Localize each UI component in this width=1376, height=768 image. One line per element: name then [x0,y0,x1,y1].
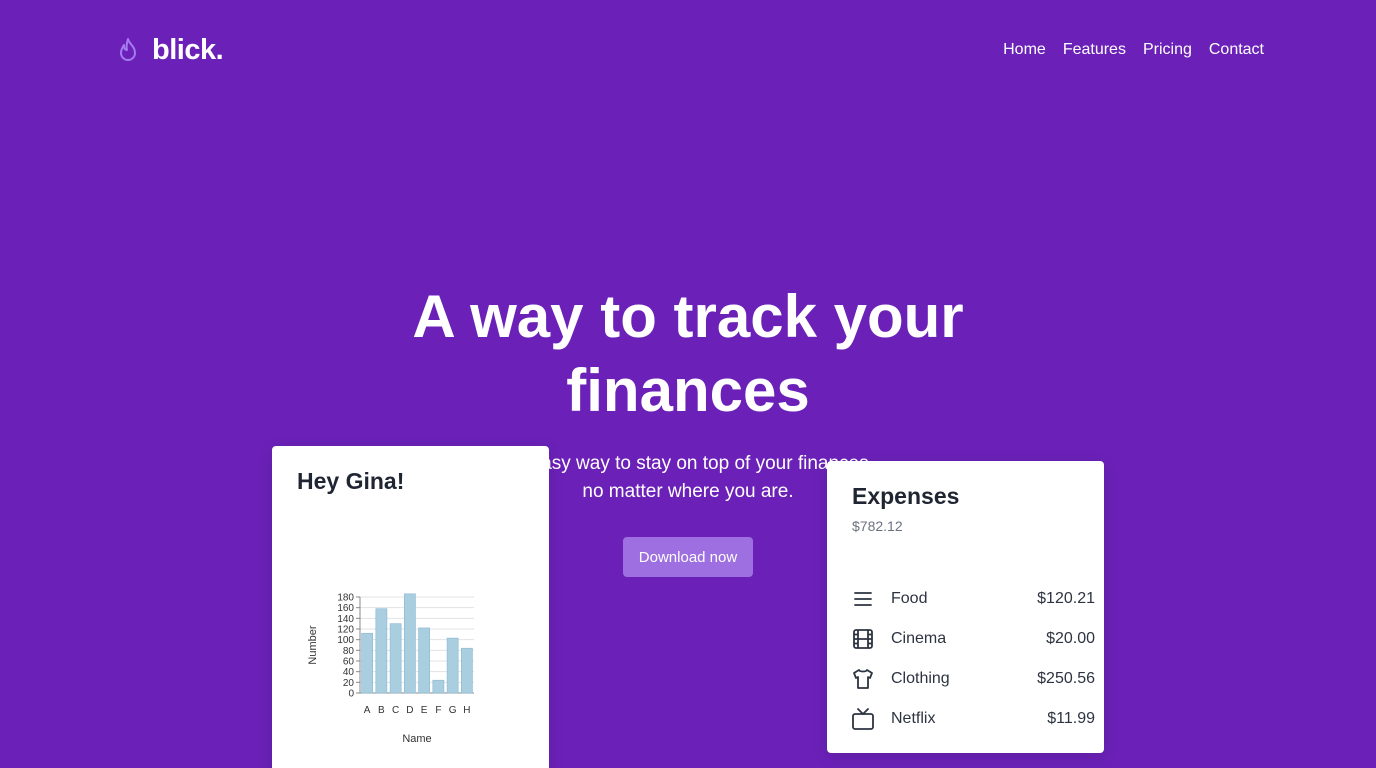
expenses-card: Expenses $782.12 Food $120.21 Cinema $20… [827,461,1104,753]
bar-chart: 020406080100120140160180 A B C D E F G H Name Numb… [307,593,474,745]
x-tick-label: G [449,705,457,716]
site-header: blick. Home Features Pricing Contact [114,26,1264,74]
expense-name: Netflix [891,710,936,727]
expense-item-food[interactable]: Food $120.21 [851,579,1095,619]
y-tick-label: 140 [337,614,354,625]
y-tick-label: 120 [337,625,354,636]
brand-name: blick. [152,33,224,66]
bar-F [432,679,445,694]
expense-item-netflix[interactable]: Netflix $11.99 [851,699,1095,739]
bar-A [361,632,373,694]
hero-title: A way to track your finances [412,283,964,424]
x-axis-title: Name [402,733,431,745]
tv-icon [851,707,875,731]
expense-amount: $120.21 [1037,590,1095,607]
shirt-icon [851,667,875,691]
x-tick-label: F [435,705,441,716]
x-tick-label: E [421,705,428,716]
expense-amount: $11.99 [1047,710,1095,727]
bar-D [404,593,416,694]
nav-pricing[interactable]: Pricing [1143,41,1192,59]
nav-home[interactable]: Home [1003,41,1046,59]
bar-C [389,623,402,694]
y-tick-label: 60 [343,657,355,668]
expense-name: Food [891,590,928,607]
film-icon [851,627,875,651]
download-button[interactable]: Download now [623,537,753,577]
menu-lines-icon [851,587,875,611]
bar-G [446,637,459,694]
y-tick-label: 180 [337,593,354,604]
bar-E [418,627,430,694]
nav-contact[interactable]: Contact [1209,41,1264,59]
expense-amount: $20.00 [1046,630,1095,647]
expenses-title: Expenses [852,483,960,509]
brand-logo[interactable]: blick. [114,33,224,67]
expense-item-cinema[interactable]: Cinema $20.00 [851,619,1095,659]
y-axis-title: Number [307,625,319,664]
greeting-card: Hey Gina! 0 20 40 60 80 100 120 140 160 180 A B C D E F… [272,446,549,768]
y-tick-label: 160 [337,603,354,614]
flame-icon [114,36,142,64]
y-tick-label: 100 [337,635,354,646]
x-tick-label: D [406,705,413,716]
expense-amount: $250.56 [1037,670,1095,687]
x-tick-label: B [378,705,385,716]
y-tick-label: 80 [343,646,355,657]
main-nav: Home Features Pricing Contact [1003,41,1264,59]
expense-name: Clothing [891,670,950,687]
x-tick-label: A [364,705,371,716]
bar-H [461,647,473,694]
y-tick-label: 0 [348,689,354,700]
y-tick-label: 20 [343,678,355,689]
y-tick-label: 40 [343,667,355,678]
expense-item-clothing[interactable]: Clothing $250.56 [851,659,1095,699]
nav-features[interactable]: Features [1063,41,1126,59]
landing-page: blick. Home Features Pricing Contact A w… [0,0,1376,768]
expenses-list: Food $120.21 Cinema $20.00 Clothing $250… [851,579,1095,739]
x-tick-label: C [392,705,399,716]
expenses-total: $782.12 [852,518,903,534]
bar-B [375,608,388,694]
x-tick-label: H [463,705,470,716]
expense-name: Cinema [891,630,947,647]
